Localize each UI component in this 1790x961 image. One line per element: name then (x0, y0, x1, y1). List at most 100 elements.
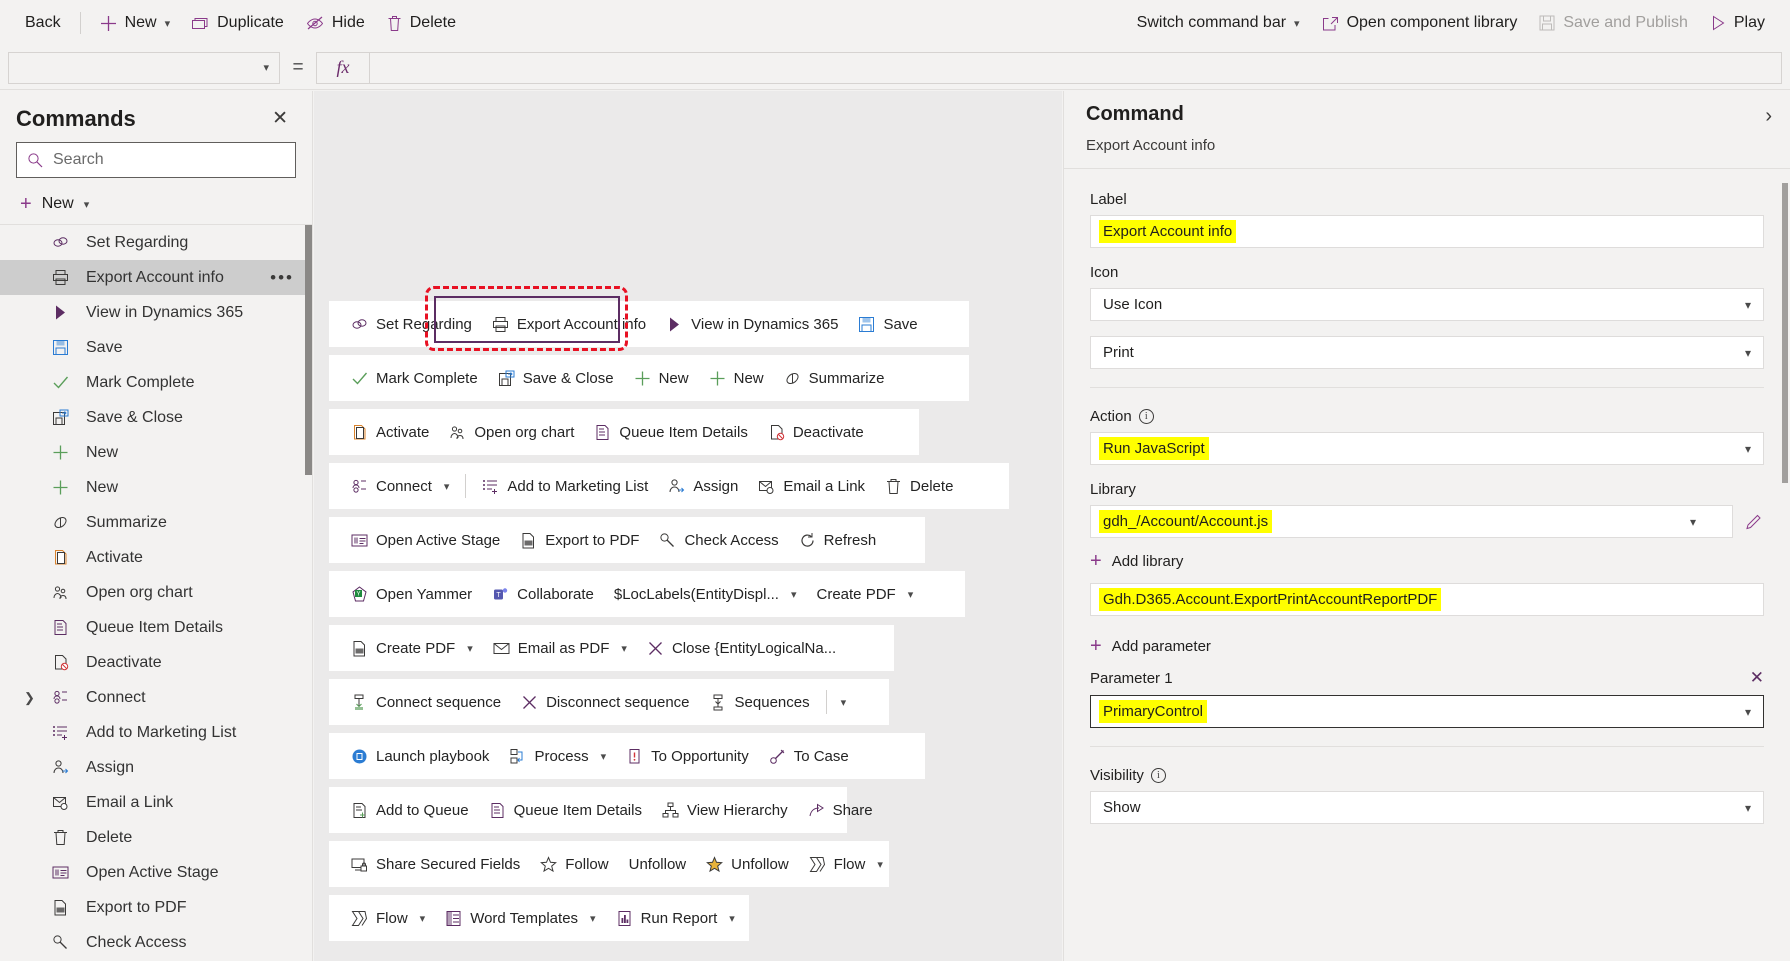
canvas-command-button[interactable]: Open org chart (439, 418, 584, 447)
sidebar-item-activate[interactable]: Activate (0, 540, 312, 575)
sidebar-item-delete[interactable]: Delete (0, 820, 312, 855)
sidebar-new-button[interactable]: + New ▾ (0, 186, 312, 224)
duplicate-button[interactable]: Duplicate (181, 8, 295, 38)
canvas-command-button[interactable]: Follow (530, 850, 618, 879)
sidebar-item-open-org-chart[interactable]: Open org chart (0, 575, 312, 610)
canvas-command-button[interactable]: Close {EntityLogicalNa... (637, 634, 846, 663)
visibility-dropdown[interactable]: Show ▾ (1090, 791, 1764, 824)
canvas-command-button[interactable]: New (624, 364, 699, 393)
more-options-icon[interactable]: ••• (270, 260, 294, 295)
canvas-command-button[interactable]: Flow ▾ (799, 850, 893, 879)
search-input[interactable] (51, 150, 285, 170)
overflow-chevron-icon[interactable]: ▾ (833, 690, 855, 715)
canvas-command-button[interactable]: Save (848, 310, 927, 339)
canvas-command-button[interactable]: Queue Item Details (479, 796, 652, 825)
sidebar-item-view-in-dynamics-365[interactable]: View in Dynamics 365 (0, 295, 312, 330)
sidebar-item-export-account-info[interactable]: Export Account info ••• (0, 260, 312, 295)
open-component-library-button[interactable]: Open component library (1311, 8, 1529, 38)
save-and-publish-button[interactable]: Save and Publish (1528, 8, 1699, 38)
canvas-command-button[interactable]: Share Secured Fields (341, 850, 530, 879)
canvas-command-button[interactable]: Add to Marketing List (472, 472, 658, 501)
sidebar-item-new[interactable]: New (0, 435, 312, 470)
sidebar-item-add-to-marketing-list[interactable]: Add to Marketing List (0, 715, 312, 750)
icon-mode-dropdown[interactable]: Use Icon ▾ (1090, 288, 1764, 321)
canvas-command-button[interactable]: View Hierarchy (652, 796, 798, 825)
label-input[interactable]: Export Account info (1090, 215, 1764, 248)
sidebar-item-deactivate[interactable]: Deactivate (0, 645, 312, 680)
canvas-command-button[interactable]: T Collaborate (482, 580, 604, 609)
sidebar-item-email-a-link[interactable]: Email a Link (0, 785, 312, 820)
canvas-command-button[interactable]: Set Regarding (341, 310, 482, 339)
canvas-command-button[interactable]: Create PDF ▾ (807, 580, 924, 609)
canvas-command-button[interactable]: Create PDF ▾ (341, 634, 483, 663)
switch-command-bar-button[interactable]: Switch command bar ▾ (1126, 8, 1311, 38)
canvas-command-button[interactable]: Process ▾ (499, 742, 616, 771)
back-button[interactable]: Back (14, 8, 72, 38)
canvas-command-button[interactable]: Delete (875, 472, 963, 501)
sidebar-item-new[interactable]: New (0, 470, 312, 505)
action-dropdown[interactable]: Run JavaScript ▾ (1090, 432, 1764, 465)
sidebar-scrollbar-thumb[interactable] (305, 225, 312, 475)
add-library-button[interactable]: + Add library (1090, 551, 1764, 571)
canvas-command-button[interactable]: Disconnect sequence (511, 688, 699, 717)
info-icon[interactable]: i (1138, 409, 1154, 424)
formula-input[interactable] (370, 51, 1782, 84)
canvas-command-button[interactable]: Export Account info (482, 310, 656, 339)
sidebar-item-open-active-stage[interactable]: Open Active Stage (0, 855, 312, 890)
property-selector[interactable]: ▾ (8, 51, 280, 84)
canvas-command-button[interactable]: Launch playbook (341, 742, 499, 771)
canvas-command-button[interactable]: Unfollow (619, 850, 697, 879)
canvas-command-button[interactable]: Share (798, 796, 883, 825)
canvas-command-button[interactable]: To Opportunity (616, 742, 759, 771)
canvas-command-button[interactable]: Y Open Yammer (341, 580, 482, 609)
canvas-command-button[interactable]: View in Dynamics 365 (656, 310, 848, 339)
canvas-command-button[interactable]: Export to PDF (510, 526, 649, 555)
hide-button[interactable]: Hide (295, 8, 376, 38)
panel-scrollbar[interactable] (1782, 183, 1788, 943)
sidebar-scrollbar[interactable] (305, 225, 312, 961)
collapse-panel-icon[interactable]: › (1757, 101, 1780, 132)
canvas-command-button[interactable]: Connect sequence (341, 688, 511, 717)
sidebar-item-assign[interactable]: Assign (0, 750, 312, 785)
fx-button[interactable]: fx (316, 51, 370, 84)
canvas-command-button[interactable]: Add to Queue (341, 796, 479, 825)
canvas-command-button[interactable]: Save & Close (488, 364, 624, 393)
canvas-command-button[interactable]: Queue Item Details (584, 418, 757, 447)
edit-pencil-icon[interactable] (1745, 512, 1764, 531)
canvas-command-button[interactable]: Open Active Stage (341, 526, 510, 555)
canvas-command-button[interactable]: Activate (341, 418, 439, 447)
sidebar-item-queue-item-details[interactable]: Queue Item Details (0, 610, 312, 645)
canvas-command-button[interactable]: Connect ▾ (341, 472, 459, 501)
sidebar-item-mark-complete[interactable]: Mark Complete (0, 365, 312, 400)
search-box[interactable] (16, 142, 296, 178)
canvas-command-button[interactable]: Mark Complete (341, 364, 488, 393)
canvas-command-button[interactable]: Check Access (649, 526, 788, 555)
parameter-1-dropdown[interactable]: PrimaryControl ▾ (1090, 695, 1764, 728)
remove-parameter-icon[interactable]: ✕ (1750, 668, 1764, 688)
canvas-command-button[interactable]: Unfollow (696, 850, 799, 879)
chevron-right-icon[interactable]: ❯ (24, 680, 35, 715)
canvas-command-button[interactable]: To Case (759, 742, 859, 771)
canvas-command-button[interactable]: Run Report ▾ (606, 904, 745, 933)
canvas-command-button[interactable]: Summarize (774, 364, 895, 393)
library-dropdown[interactable]: gdh_/Account/Account.js ▾ (1090, 505, 1733, 538)
canvas-command-button[interactable]: $LocLabels(EntityDispl... ▾ (604, 580, 807, 609)
canvas-command-button[interactable]: Email a Link (748, 472, 875, 501)
sidebar-item-save[interactable]: Save (0, 330, 312, 365)
sidebar-item-save-close[interactable]: Save & Close (0, 400, 312, 435)
sidebar-item-set-regarding[interactable]: Set Regarding (0, 225, 312, 260)
canvas-command-button[interactable]: Flow ▾ (341, 904, 435, 933)
new-button[interactable]: New ▾ (89, 8, 182, 38)
canvas-command-button[interactable]: New (699, 364, 774, 393)
icon-select-dropdown[interactable]: Print ▾ (1090, 336, 1764, 369)
info-icon[interactable]: i (1150, 768, 1166, 783)
sidebar-item-connect[interactable]: ❯ Connect (0, 680, 312, 715)
canvas-command-button[interactable]: Sequences (700, 688, 820, 717)
close-icon[interactable]: ✕ (266, 105, 294, 132)
function-name-input[interactable]: Gdh.D365.Account.ExportPrintAccountRepor… (1090, 583, 1764, 616)
delete-button[interactable]: Delete (376, 8, 467, 38)
canvas-command-button[interactable]: Deactivate (758, 418, 874, 447)
canvas-command-button[interactable]: Word Templates ▾ (435, 904, 605, 933)
add-parameter-button[interactable]: + Add parameter (1090, 636, 1764, 656)
sidebar-item-summarize[interactable]: Summarize (0, 505, 312, 540)
